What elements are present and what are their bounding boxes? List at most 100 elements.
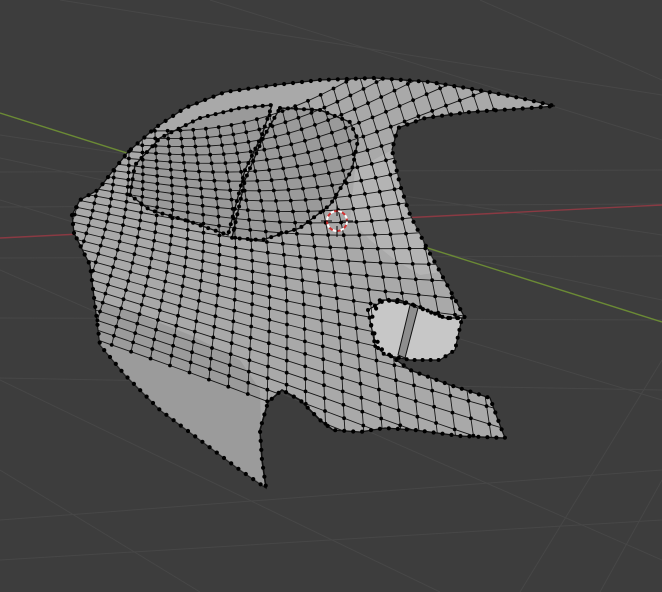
mesh-vertex[interactable] (191, 340, 196, 344)
mesh-vertex[interactable] (150, 247, 155, 252)
mesh-vertex[interactable] (369, 162, 374, 166)
mesh-vertex[interactable] (377, 387, 381, 392)
mesh-vertex[interactable] (255, 179, 260, 183)
mesh-vertex[interactable] (380, 76, 385, 81)
mesh-vertex[interactable] (90, 286, 96, 292)
mesh-vertex[interactable] (347, 119, 352, 124)
mesh-vertex[interactable] (262, 412, 267, 417)
mesh-vertex[interactable] (121, 297, 126, 302)
mesh-vertex[interactable] (218, 134, 223, 139)
mesh-vertex[interactable] (201, 212, 206, 217)
mesh-vertex[interactable] (353, 76, 358, 81)
mesh-vertex[interactable] (450, 349, 455, 354)
mesh-vertex[interactable] (433, 294, 438, 299)
mesh-vertex[interactable] (244, 198, 249, 203)
mesh-vertex[interactable] (432, 404, 436, 409)
mesh-vertex[interactable] (303, 377, 308, 381)
mesh-vertex[interactable] (353, 149, 358, 154)
mesh-vertex[interactable] (392, 159, 397, 164)
mesh-vertex[interactable] (198, 178, 203, 182)
mesh-vertex[interactable] (288, 198, 293, 203)
mesh-vertex[interactable] (183, 168, 187, 173)
mesh-vertex[interactable] (493, 410, 498, 415)
mesh-vertex[interactable] (334, 192, 339, 197)
mesh-vertex[interactable] (169, 175, 174, 180)
mesh-vertex[interactable] (112, 333, 116, 338)
mesh-vertex[interactable] (95, 322, 100, 327)
mesh-vertex[interactable] (211, 94, 216, 99)
mesh-vertex[interactable] (344, 76, 349, 82)
mesh-vertex[interactable] (261, 237, 266, 242)
mesh-vertex[interactable] (232, 206, 237, 211)
mesh-vertex[interactable] (262, 124, 267, 129)
mesh-vertex[interactable] (422, 429, 427, 434)
mesh-vertex[interactable] (296, 115, 301, 120)
mesh-vertex[interactable] (285, 334, 289, 339)
mesh-vertex[interactable] (155, 166, 159, 171)
mesh-vertex[interactable] (137, 226, 142, 231)
mesh-vertex[interactable] (357, 233, 362, 238)
mesh-vertex[interactable] (305, 220, 310, 224)
mesh-vertex[interactable] (183, 264, 187, 269)
mesh-vertex[interactable] (283, 264, 287, 268)
mesh-vertex[interactable] (168, 242, 173, 247)
mesh-vertex[interactable] (430, 388, 435, 393)
mesh-vertex[interactable] (282, 81, 287, 87)
mesh-vertex[interactable] (154, 221, 158, 226)
mesh-vertex[interactable] (207, 377, 211, 382)
mesh-vertex[interactable] (466, 110, 471, 115)
mesh-vertex[interactable] (484, 404, 489, 408)
mesh-vertex[interactable] (103, 227, 107, 232)
mesh-vertex[interactable] (101, 235, 105, 240)
mesh-vertex[interactable] (448, 316, 453, 320)
mesh-vertex[interactable] (86, 193, 91, 198)
mesh-vertex[interactable] (128, 193, 132, 197)
mesh-vertex[interactable] (214, 303, 219, 308)
mesh-vertex[interactable] (377, 189, 382, 194)
mesh-vertex[interactable] (285, 310, 289, 315)
mesh-vertex[interactable] (319, 306, 323, 310)
mesh-vertex[interactable] (148, 356, 153, 361)
mesh-vertex[interactable] (109, 343, 114, 347)
mesh-vertex[interactable] (185, 210, 190, 215)
mesh-vertex[interactable] (240, 188, 245, 193)
mesh-vertex[interactable] (321, 370, 326, 375)
mesh-vertex[interactable] (299, 127, 304, 132)
mesh-vertex[interactable] (180, 144, 185, 149)
mesh-vertex[interactable] (476, 434, 481, 439)
mesh-vertex[interactable] (432, 259, 437, 264)
mesh-vertex[interactable] (453, 299, 459, 304)
mesh-vertex[interactable] (82, 252, 87, 257)
mesh-vertex[interactable] (199, 278, 203, 283)
mesh-vertex[interactable] (71, 230, 77, 236)
mesh-vertex[interactable] (233, 287, 238, 291)
mesh-vertex[interactable] (265, 240, 269, 244)
mesh-vertex[interactable] (312, 412, 317, 417)
mesh-vertex[interactable] (124, 199, 129, 204)
mesh-vertex[interactable] (267, 113, 272, 118)
mesh-vertex[interactable] (318, 210, 323, 215)
mesh-vertex[interactable] (103, 291, 108, 296)
mesh-vertex[interactable] (254, 151, 259, 156)
mesh-vertex[interactable] (246, 161, 251, 165)
mesh-vertex[interactable] (325, 111, 330, 115)
mesh-vertex[interactable] (135, 321, 140, 326)
mesh-vertex[interactable] (128, 270, 133, 274)
mesh-vertex[interactable] (197, 169, 201, 174)
mesh-vertex[interactable] (191, 127, 196, 132)
mesh-vertex[interactable] (351, 299, 356, 303)
mesh-vertex[interactable] (255, 85, 260, 90)
mesh-vertex[interactable] (358, 381, 363, 386)
mesh-vertex[interactable] (242, 120, 247, 125)
mesh-vertex[interactable] (348, 93, 353, 98)
mesh-vertex[interactable] (367, 315, 372, 320)
mesh-vertex[interactable] (457, 111, 462, 116)
mesh-vertex[interactable] (267, 318, 272, 322)
mesh-vertex[interactable] (363, 192, 367, 196)
mesh-vertex[interactable] (209, 356, 213, 361)
mesh-vertex[interactable] (182, 274, 186, 279)
mesh-vertex[interactable] (125, 185, 130, 189)
mesh-vertex[interactable] (234, 199, 239, 204)
mesh-vertex[interactable] (395, 393, 400, 398)
mesh-vertex[interactable] (165, 128, 170, 133)
